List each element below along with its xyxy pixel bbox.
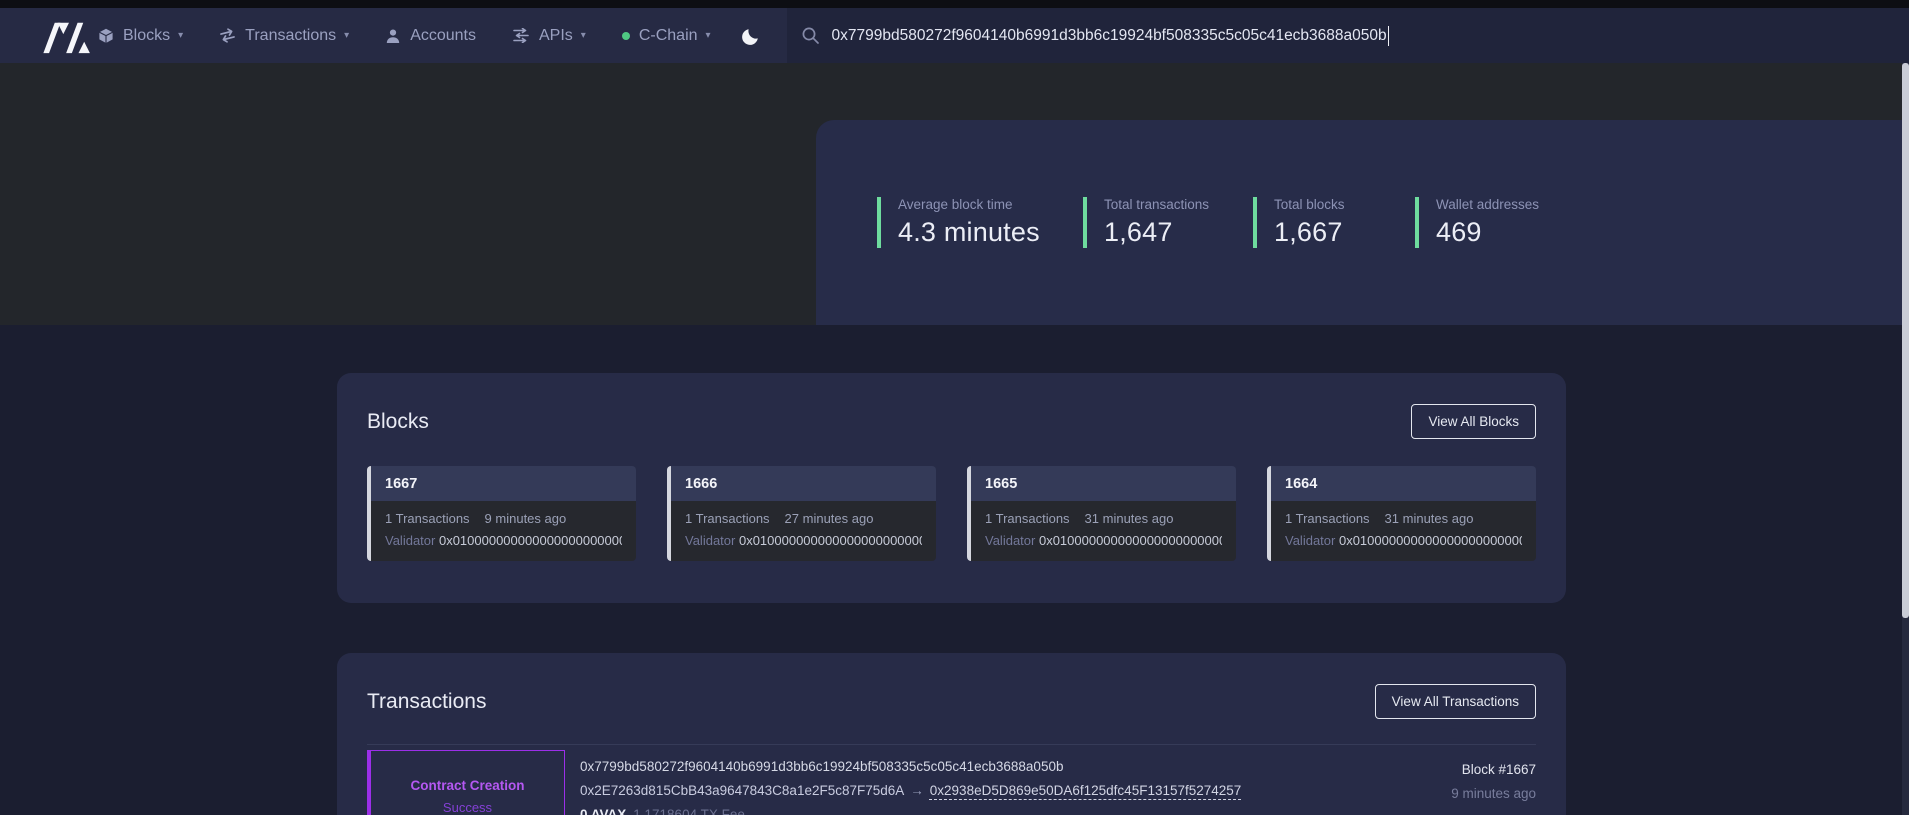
avalanche-logo[interactable]: [40, 17, 98, 55]
block-number: 1665: [971, 466, 1236, 501]
chevron-down-icon: ▾: [581, 30, 586, 41]
nav-item-apis[interactable]: APIs ▾: [512, 27, 586, 45]
block-age: 31 minutes ago: [1085, 511, 1174, 526]
scrollbar-thumb[interactable]: [1902, 63, 1909, 618]
api-lines-icon: [512, 28, 530, 43]
search-value: 0x7799bd580272f9604140b6991d3bb6c19924bf…: [832, 27, 1387, 45]
to-address-link[interactable]: 0x2938eD5D869e50DA6f125dfc45F13157f52742…: [930, 783, 1242, 798]
nav-item-blocks[interactable]: Blocks ▾: [98, 27, 183, 45]
transaction-hash: 0x7799bd580272f9604140b6991d3bb6c19924bf…: [580, 759, 1451, 774]
cube-icon: [98, 28, 114, 44]
nav-label-transactions: Transactions: [245, 27, 336, 45]
green-status-dot: [622, 32, 630, 40]
nav-label-blocks: Blocks: [123, 27, 170, 45]
block-card[interactable]: 1665 1 Transactions 31 minutes ago Valida…: [967, 466, 1236, 561]
transaction-type: Contract Creation: [410, 778, 524, 793]
nav-item-accounts[interactable]: Accounts: [385, 27, 476, 45]
page-scrollbar[interactable]: [1902, 63, 1909, 815]
transaction-status: Success: [443, 800, 492, 815]
nav-menu: Blocks ▾ Transactions ▾ Accounts AP: [98, 27, 711, 45]
stat-wallet-addresses: Wallet addresses 469: [1415, 197, 1539, 248]
block-age: 9 minutes ago: [485, 511, 567, 526]
validator-address: 0x010000000000000000000000...: [1339, 533, 1522, 548]
stat-value: 4.3 minutes: [898, 217, 1083, 248]
chevron-down-icon: ▾: [344, 30, 349, 41]
nav-item-chain-select[interactable]: C-Chain ▾: [622, 27, 711, 45]
nav-label-apis: APIs: [539, 27, 573, 45]
stat-label: Total blocks: [1274, 197, 1415, 212]
block-tx-count: 1 Transactions: [685, 511, 770, 526]
transactions-section: Transactions View All Transactions Contr…: [337, 653, 1566, 815]
search-input[interactable]: 0x7799bd580272f9604140b6991d3bb6c19924bf…: [787, 8, 1909, 63]
block-card[interactable]: 1666 1 Transactions 27 minutes ago Valida…: [667, 466, 936, 561]
validator-address: 0x010000000000000000000000...: [1039, 533, 1222, 548]
nav-label-accounts: Accounts: [410, 27, 476, 45]
top-edge-strip: [0, 0, 1909, 8]
text-caret: [1388, 26, 1390, 46]
validator-label: Validator: [985, 533, 1035, 548]
view-all-blocks-button[interactable]: View All Blocks: [1411, 404, 1536, 439]
stat-total-blocks: Total blocks 1,667: [1253, 197, 1415, 248]
theme-toggle-button[interactable]: [741, 26, 761, 46]
validator-label: Validator: [685, 533, 735, 548]
blocks-section-title: Blocks: [367, 410, 429, 434]
stat-total-transactions: Total transactions 1,647: [1083, 197, 1253, 248]
transaction-value: 0 AVAX: [580, 807, 626, 815]
transaction-fee: 1.1718604 TX Fee: [633, 807, 745, 815]
block-age: 27 minutes ago: [785, 511, 874, 526]
stat-label: Total transactions: [1104, 197, 1253, 212]
transaction-row[interactable]: Contract Creation Success 0x7799bd580272…: [367, 750, 1536, 815]
transactions-section-title: Transactions: [367, 690, 486, 714]
stat-value: 1,667: [1274, 217, 1415, 248]
chevron-down-icon: ▾: [178, 30, 183, 41]
swap-icon: [218, 26, 238, 45]
transaction-age: 9 minutes ago: [1451, 786, 1536, 801]
stat-label: Average block time: [898, 197, 1083, 212]
block-number: 1667: [371, 466, 636, 501]
view-all-transactions-button[interactable]: View All Transactions: [1375, 684, 1536, 719]
moon-icon: [741, 26, 761, 46]
blocks-section: Blocks View All Blocks 1667 1 Transactio…: [337, 373, 1566, 603]
block-number: 1666: [671, 466, 936, 501]
transactions-list: Contract Creation Success 0x7799bd580272…: [367, 744, 1536, 815]
stat-label: Wallet addresses: [1436, 197, 1539, 212]
block-cards-row: 1667 1 Transactions 9 minutes ago Validat…: [367, 466, 1536, 561]
stat-value: 1,647: [1104, 217, 1253, 248]
chevron-down-icon: ▾: [706, 30, 711, 41]
block-card[interactable]: 1667 1 Transactions 9 minutes ago Validat…: [367, 466, 636, 561]
block-card[interactable]: 1664 1 Transactions 31 minutes ago Valida…: [1267, 466, 1536, 561]
hero-banner: Average block time 4.3 minutes Total tra…: [0, 63, 1909, 325]
navbar: Blocks ▾ Transactions ▾ Accounts AP: [0, 8, 1909, 63]
validator-address: 0x010000000000000000000000...: [739, 533, 922, 548]
block-tx-count: 1 Transactions: [1285, 511, 1370, 526]
block-age: 31 minutes ago: [1385, 511, 1474, 526]
transaction-status-box: Contract Creation Success: [367, 750, 565, 815]
validator-address: 0x010000000000000000000000...: [439, 533, 622, 548]
person-icon: [385, 28, 401, 44]
nav-item-transactions[interactable]: Transactions ▾: [219, 27, 349, 45]
transaction-block-link[interactable]: Block #1667: [1451, 762, 1536, 777]
network-stats-card: Average block time 4.3 minutes Total tra…: [816, 120, 1909, 325]
magnifier-icon: [801, 26, 820, 45]
transaction-details: 0x7799bd580272f9604140b6991d3bb6c19924bf…: [580, 750, 1451, 815]
stat-average-block-time: Average block time 4.3 minutes: [877, 197, 1083, 248]
stat-value: 469: [1436, 217, 1539, 248]
validator-label: Validator: [1285, 533, 1335, 548]
block-tx-count: 1 Transactions: [985, 511, 1070, 526]
arrow-right-icon: →: [910, 783, 924, 798]
block-tx-count: 1 Transactions: [385, 511, 470, 526]
nav-label-chain: C-Chain: [639, 27, 698, 45]
block-number: 1664: [1271, 466, 1536, 501]
from-address: 0x2E7263d815CbB43a9647843C8a1e2F5c87F75d…: [580, 783, 904, 798]
validator-label: Validator: [385, 533, 435, 548]
